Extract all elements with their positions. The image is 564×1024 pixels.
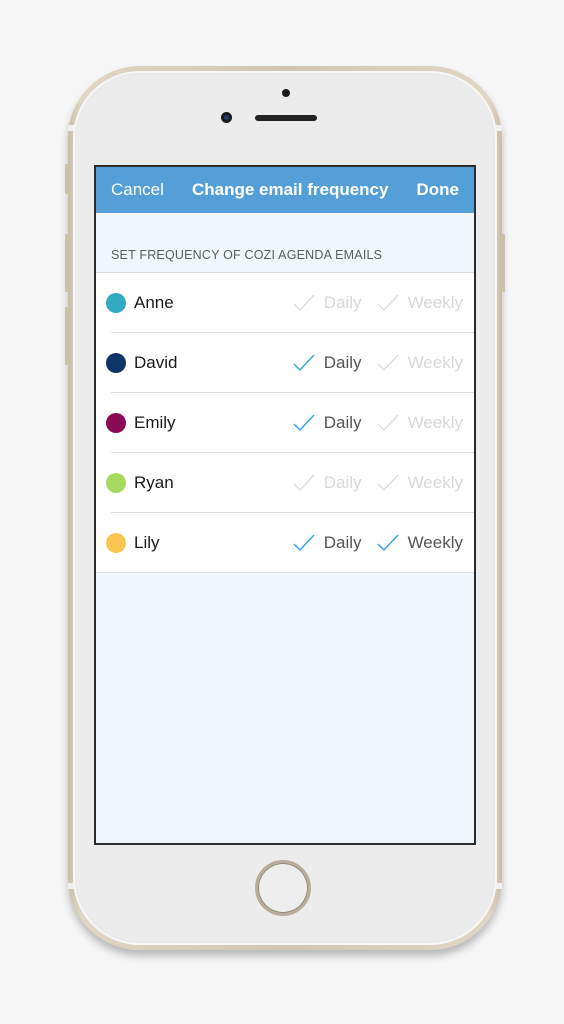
page-title: Change email frequency [191,180,389,199]
daily-toggle[interactable]: Daily [293,413,362,433]
volume-up-button [65,234,68,292]
weekly-toggle[interactable]: Weekly [377,473,463,493]
member-name: Emily [134,413,176,432]
weekly-label: Weekly [407,293,463,312]
member-color-dot [106,353,126,373]
antenna-line-right-bottom [496,883,502,889]
daily-label: Daily [323,353,362,372]
screen: Cancel Change email frequency Done SET F… [94,165,476,845]
checkmark-icon [293,414,315,432]
member-color-dot [106,533,126,553]
antenna-line-left-top [68,125,74,131]
member-list: Anne Daily Weekly David Daily Weekly Emi… [96,273,474,573]
daily-label: Daily [323,473,362,492]
member-row-lily: Lily Daily Weekly [96,513,474,573]
front-camera [221,112,232,123]
checkmark-icon [293,474,315,492]
weekly-label: Weekly [407,473,463,492]
daily-toggle[interactable]: Daily [293,293,362,313]
member-name: Lily [134,533,160,552]
section-header: SET FREQUENCY OF COZI AGENDA EMAILS [96,213,474,273]
member-row-emily: Emily Daily Weekly [96,393,474,453]
member-name: Anne [134,293,174,312]
weekly-toggle[interactable]: Weekly [377,533,463,553]
checkmark-icon [293,354,315,372]
navigation-bar: Cancel Change email frequency Done [96,167,474,213]
power-button [502,234,505,292]
daily-toggle[interactable]: Daily [293,473,362,493]
daily-toggle[interactable]: Daily [293,533,362,553]
weekly-label: Weekly [407,533,463,552]
checkmark-icon [293,294,315,312]
daily-label: Daily [323,533,362,552]
weekly-toggle[interactable]: Weekly [377,293,463,313]
mute-switch [65,164,68,194]
member-name: Ryan [134,473,174,492]
earpiece-speaker [255,115,317,121]
member-color-dot [106,413,126,433]
checkmark-icon [377,294,399,312]
member-row-anne: Anne Daily Weekly [96,273,474,333]
cancel-button[interactable]: Cancel [111,180,164,200]
checkmark-icon [377,414,399,432]
member-row-david: David Daily Weekly [96,333,474,393]
member-color-dot [106,473,126,493]
daily-label: Daily [323,413,362,432]
antenna-line-right-top [496,125,502,131]
volume-down-button [65,307,68,365]
weekly-toggle[interactable]: Weekly [377,413,463,433]
antenna-line-left-bottom [68,883,74,889]
home-button[interactable] [255,860,311,916]
proximity-sensor [282,89,290,97]
daily-toggle[interactable]: Daily [293,353,362,373]
member-row-ryan: Ryan Daily Weekly [96,453,474,513]
weekly-label: Weekly [407,413,463,432]
member-color-dot [106,293,126,313]
done-button[interactable]: Done [417,180,460,200]
daily-label: Daily [323,293,362,312]
checkmark-icon [293,534,315,552]
weekly-toggle[interactable]: Weekly [377,353,463,373]
weekly-label: Weekly [407,353,463,372]
checkmark-icon [377,354,399,372]
checkmark-icon [377,534,399,552]
checkmark-icon [377,474,399,492]
member-name: David [134,353,178,372]
